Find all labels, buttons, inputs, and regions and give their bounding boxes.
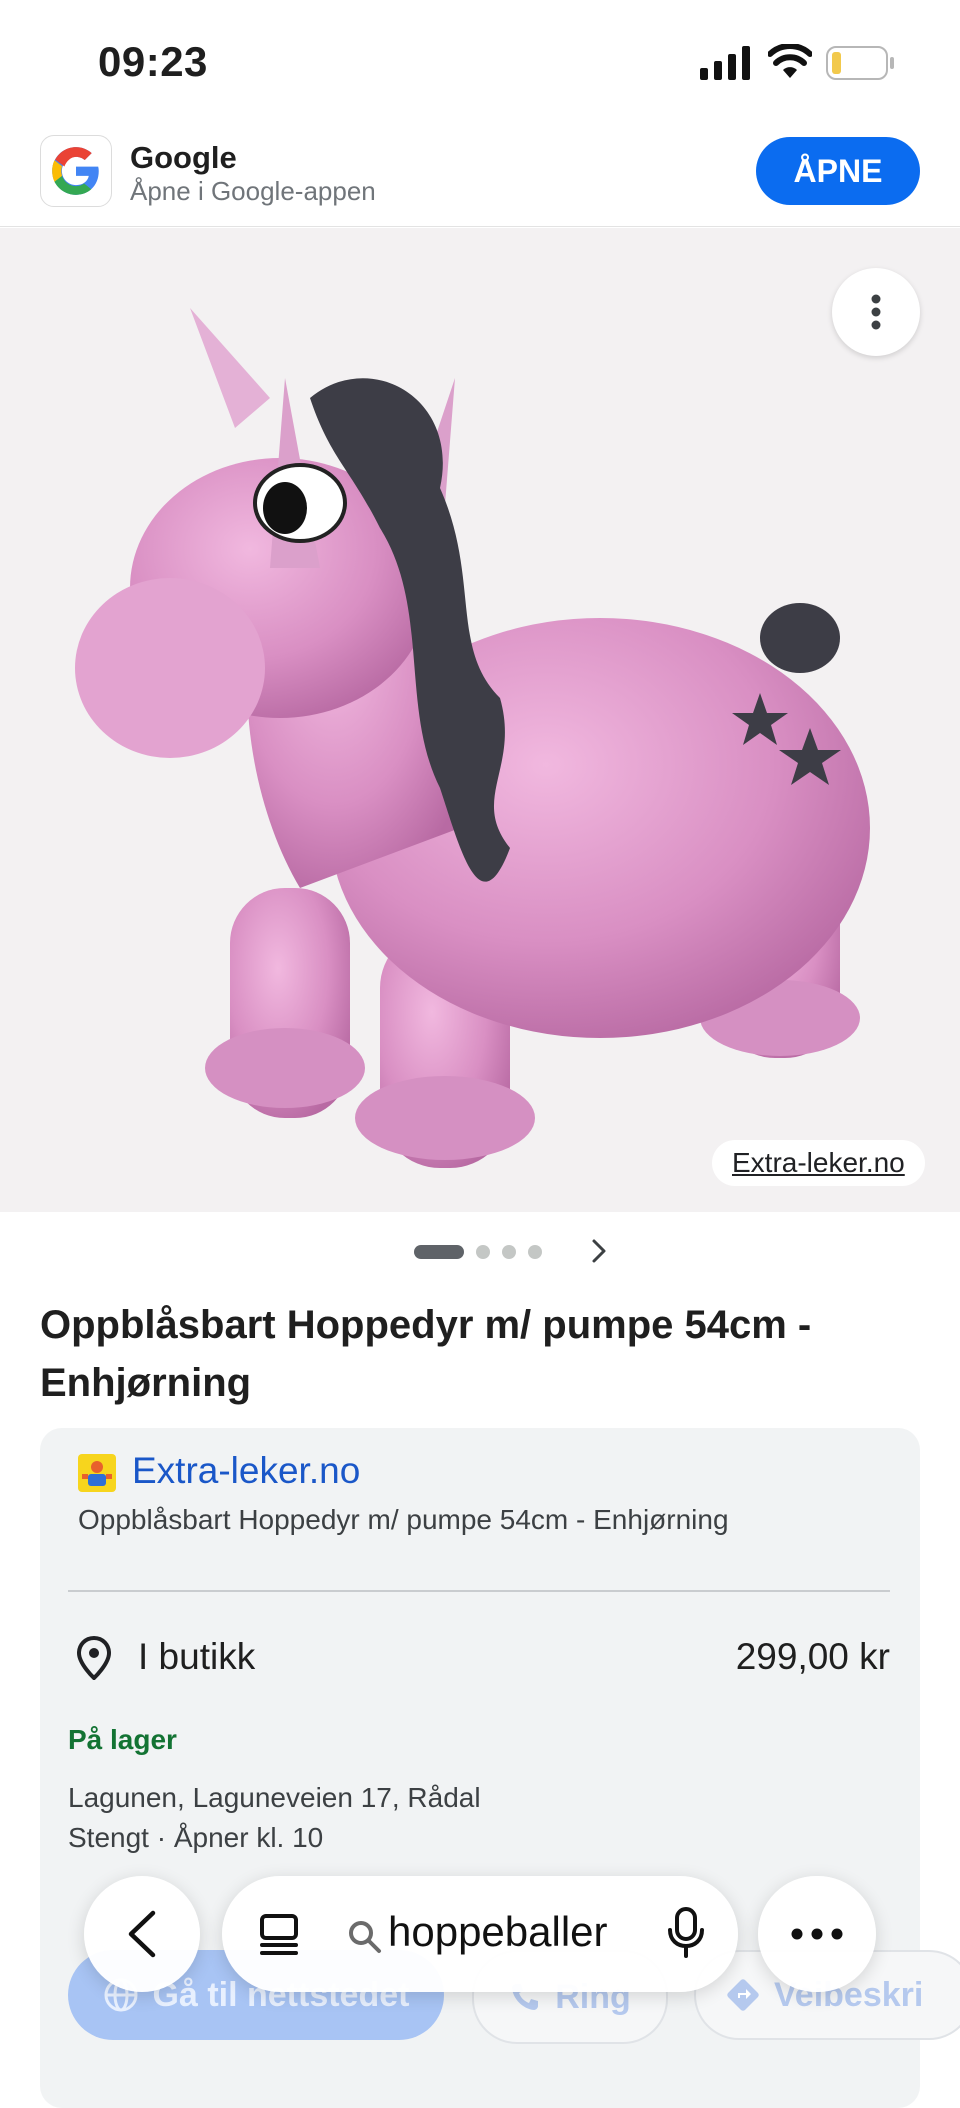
location-pin-icon bbox=[76, 1636, 112, 1680]
divider bbox=[68, 1590, 890, 1592]
store-availability-label: I butikk bbox=[138, 1636, 256, 1677]
unicorn-hopper-illustration bbox=[75, 308, 870, 1168]
image-source-link[interactable]: Extra-leker.no bbox=[712, 1140, 925, 1186]
cellular-signal-icon bbox=[700, 46, 750, 80]
vertical-dots-icon bbox=[871, 294, 881, 330]
store-hours: Stengt · Åpner kl. 10 bbox=[68, 1822, 324, 1853]
open-app-button[interactable]: ÅPNE bbox=[756, 137, 920, 205]
microphone-icon[interactable] bbox=[666, 1906, 706, 1960]
tabs-overview-icon[interactable] bbox=[256, 1912, 302, 1958]
chevron-left-icon bbox=[128, 1910, 156, 1958]
search-query[interactable]: hoppeballer bbox=[388, 1908, 608, 1956]
image-more-options-button[interactable] bbox=[832, 268, 920, 356]
back-button[interactable] bbox=[84, 1876, 200, 1992]
directions-icon bbox=[727, 1979, 759, 2011]
wifi-icon bbox=[768, 44, 812, 78]
carousel-indicator bbox=[414, 1244, 542, 1260]
app-name: Google bbox=[130, 140, 237, 175]
seller-link[interactable]: Extra-leker.no bbox=[132, 1450, 360, 1492]
more-horizontal-icon bbox=[791, 1928, 843, 1940]
seller-favicon-icon bbox=[78, 1454, 116, 1492]
carousel-dot[interactable] bbox=[528, 1245, 542, 1259]
more-menu-button[interactable] bbox=[758, 1876, 876, 1992]
chevron-right-icon[interactable] bbox=[584, 1236, 614, 1266]
google-logo-icon bbox=[40, 135, 112, 207]
product-title: Oppblåsbart Hoppedyr m/ pumpe 54cm - Enh… bbox=[40, 1303, 812, 1405]
search-icon bbox=[349, 1921, 381, 1953]
status-time: 09:23 bbox=[98, 38, 208, 85]
battery-icon bbox=[826, 46, 894, 80]
carousel-dot[interactable] bbox=[414, 1245, 464, 1259]
store-address: Lagunen, Laguneveien 17, Rådal bbox=[68, 1782, 481, 1813]
price: 299,00 kr bbox=[735, 1636, 890, 1677]
stock-status: På lager bbox=[68, 1724, 177, 1755]
app-subtitle: Åpne i Google-appen bbox=[130, 176, 376, 206]
offer-description: Oppblåsbart Hoppedyr m/ pumpe 54cm - Enh… bbox=[78, 1504, 729, 1535]
carousel-dot[interactable] bbox=[476, 1245, 490, 1259]
carousel-dot[interactable] bbox=[502, 1245, 516, 1259]
product-image[interactable] bbox=[0, 228, 960, 1212]
